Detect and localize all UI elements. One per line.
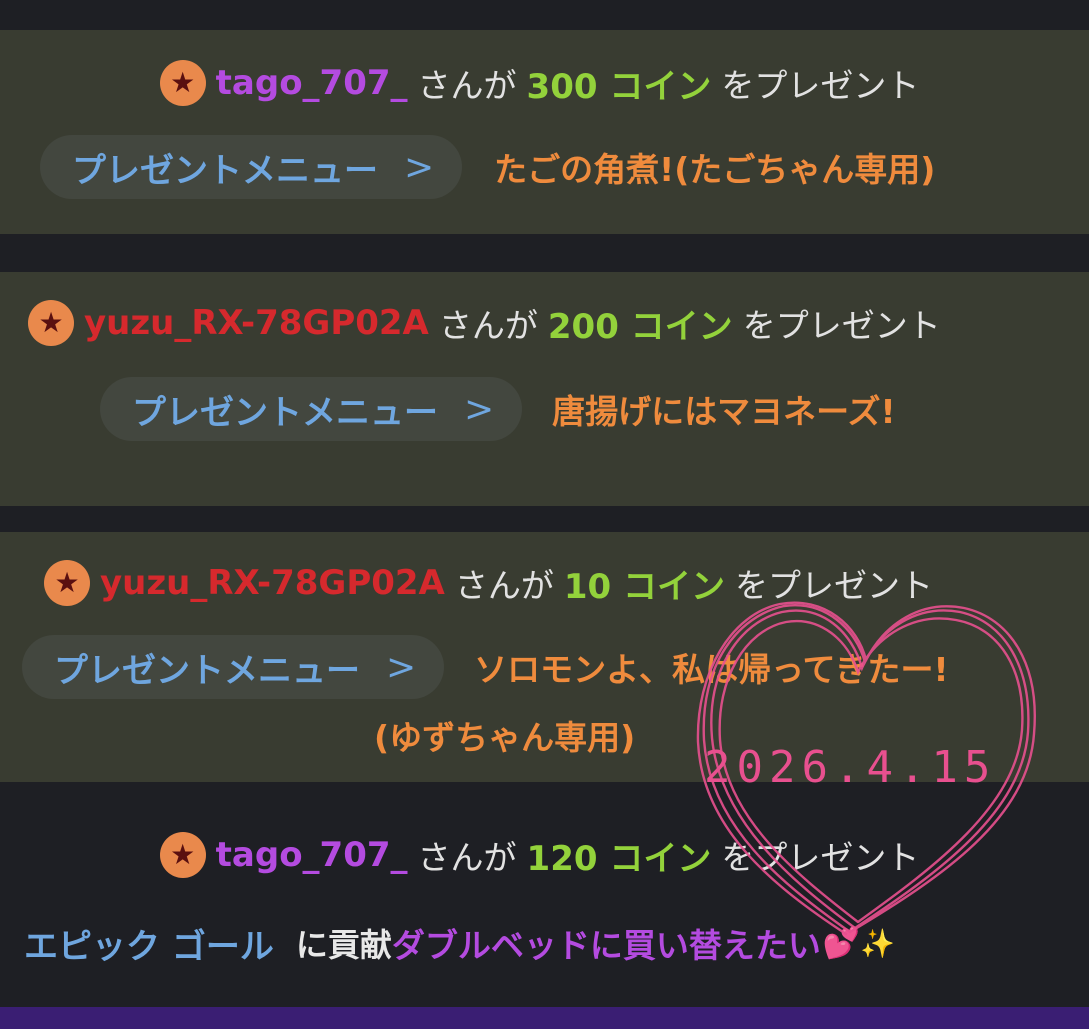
gift-present-text: をプレゼント <box>721 66 920 105</box>
gift-present-text: をプレゼント <box>721 838 920 877</box>
gift-san-ga: さんが <box>417 66 517 105</box>
star-icon: ★ <box>159 832 206 878</box>
goal-name: ダブルベッドに買い替えたい <box>391 926 821 965</box>
gift-headline: ★ tago_707_ さんが 120 コイン をプレゼント <box>0 828 1089 882</box>
gift-coins: 10 コイン <box>563 566 726 607</box>
gift-present-text: をプレゼント <box>735 566 934 605</box>
star-icon: ★ <box>44 560 90 606</box>
gift-message: 唐揚げにはマヨネーズ! <box>552 392 896 431</box>
contribute-text: に貢献 <box>295 926 392 964</box>
chevron-right-icon: > <box>464 388 495 430</box>
gift-present-text: をプレゼント <box>742 306 941 345</box>
chevron-right-icon: > <box>404 146 435 188</box>
gift-san-ga: さんが <box>454 566 554 605</box>
present-menu-label: プレゼントメニュー <box>132 392 438 433</box>
gift-message-line2: (ゆずちゃん専用) <box>374 718 636 757</box>
gift-username[interactable]: yuzu_RX-78GP02A <box>100 563 445 603</box>
epic-goal-link[interactable]: エピック ゴール <box>24 919 274 968</box>
sparkles-icon: ✨ <box>860 926 896 960</box>
gift-message: たごの角煮!(たごちゃん専用) <box>494 150 936 189</box>
gift-coins: 200 コイン <box>547 306 733 347</box>
gift-card-4: ★ tago_707_ さんが 120 コイン をプレゼント エピック ゴール … <box>0 802 1089 1002</box>
gift-headline: ★ tago_707_ さんが 300 コイン をプレゼント <box>0 56 1089 110</box>
gift-username[interactable]: tago_707_ <box>216 63 408 103</box>
present-menu-label: プレゼントメニュー <box>54 650 360 691</box>
gift-san-ga: さんが <box>438 306 538 345</box>
gift-coins: 120 コイン <box>526 838 712 879</box>
gift-detail: プレゼントメニュー > 唐揚げにはマヨネーズ! <box>0 376 1089 442</box>
present-menu-button[interactable]: プレゼントメニュー > <box>22 635 445 699</box>
gift-detail: プレゼントメニュー > ソロモンよ、私は帰ってきたー! <box>0 634 1089 700</box>
bottom-bar <box>0 1007 1089 1029</box>
two-hearts-icon: 💕 <box>822 925 861 961</box>
gift-username[interactable]: tago_707_ <box>216 835 408 875</box>
star-icon: ★ <box>159 60 206 106</box>
goal-line: エピック ゴール に貢献 ダブルベッドに買い替えたい 💕 ✨ <box>0 916 1089 970</box>
gift-headline: ★ yuzu_RX-78GP02A さんが 200 コイン をプレゼント <box>0 296 1089 350</box>
present-menu-button[interactable]: プレゼントメニュー > <box>100 377 523 441</box>
gift-san-ga: さんが <box>417 838 517 877</box>
gift-detail-line2: (ゆずちゃん専用) <box>0 710 1089 760</box>
gift-username[interactable]: yuzu_RX-78GP02A <box>84 303 429 343</box>
gift-card-3: ★ yuzu_RX-78GP02A さんが 10 コイン をプレゼント プレゼン… <box>0 532 1089 782</box>
gift-message-line1: ソロモンよ、私は帰ってきたー! <box>474 650 949 689</box>
present-menu-label: プレゼントメニュー <box>72 150 378 191</box>
gift-coins: 300 コイン <box>526 66 712 107</box>
gift-detail: プレゼントメニュー > たごの角煮!(たごちゃん専用) <box>0 134 1089 200</box>
chevron-right-icon: > <box>386 646 417 688</box>
gift-card-1: ★ tago_707_ さんが 300 コイン をプレゼント プレゼントメニュー… <box>0 30 1089 234</box>
present-menu-button[interactable]: プレゼントメニュー > <box>40 135 463 199</box>
gift-headline: ★ yuzu_RX-78GP02A さんが 10 コイン をプレゼント <box>0 556 1089 610</box>
star-icon: ★ <box>28 300 74 346</box>
gift-card-2: ★ yuzu_RX-78GP02A さんが 200 コイン をプレゼント プレゼ… <box>0 272 1089 506</box>
